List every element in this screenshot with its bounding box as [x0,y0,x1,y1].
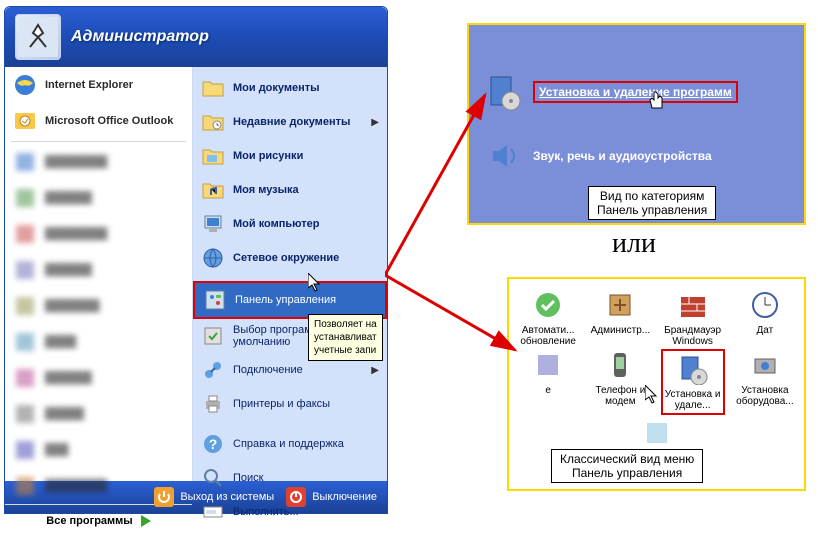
sm-item-my-computer[interactable]: Мой компьютер [193,207,387,241]
cpanel-icon [203,288,227,312]
network-icon [201,246,225,270]
start-menu-header: Администратор [5,7,387,67]
category-caption: Вид по категориям Панель управления [588,186,716,220]
start-menu-title: Администратор [71,28,209,46]
or-label: или [612,228,656,260]
avatar [15,14,61,60]
sm-item-my-pictures[interactable]: Мои рисунки [193,139,387,173]
help-icon: ? [201,432,225,456]
start-menu-left-column: Internet Explorer Microsoft Office Outlo… [5,67,193,481]
computer-icon [201,212,225,236]
run-icon [201,500,225,524]
date-icon [749,289,781,321]
start-menu-right-column: Мои документыНедавние документы▶Мои рису… [193,67,387,481]
start-menu: Администратор Internet Explorer Microsof… [4,6,388,514]
connection-icon [201,358,225,382]
sm-item-run[interactable]: Выполнить... [193,495,387,529]
box-cd-icon [485,73,523,111]
folder-music-icon [201,178,225,202]
sm-item-control-panel[interactable]: Панель управления [195,283,385,317]
e-icon [532,349,564,381]
chevron-right-icon: ▶ [371,365,379,376]
us-icon [641,417,673,449]
classic-item-firewall[interactable]: БрандмауэрWindows [661,289,725,347]
category-add-remove[interactable]: Установка и удаление программ [469,65,804,119]
hardware-icon [749,349,781,381]
sm-item-my-documents[interactable]: Мои документы [193,71,387,105]
printer-icon [201,392,225,416]
sm-item-recent-docs[interactable]: Недавние документы▶ [193,105,387,139]
classic-item-e[interactable]: е [516,349,580,415]
classic-item-phone[interactable]: Телефон имодем [588,349,652,415]
chevron-right-icon: ▶ [371,117,379,128]
classic-item-admin[interactable]: Администр... [588,289,652,347]
firewall-icon [677,289,709,321]
phone-icon [604,349,636,381]
sm-item-search[interactable]: Поиск [193,461,387,495]
classic-item-hardware[interactable]: Установкаоборудова... [733,349,797,415]
default-prog-icon [201,324,225,348]
speaker-icon [485,137,523,175]
all-programs-item[interactable]: Все программы [5,504,192,537]
folder-pics-icon [201,144,225,168]
folder-recent-icon [201,110,225,134]
add-remove2-icon [677,353,709,385]
sm-item-help[interactable]: ?Справка и поддержка [193,427,387,461]
classic-item-date[interactable]: Дат [733,289,797,347]
auto-update-icon [532,289,564,321]
svg-text:?: ? [209,436,218,452]
admin-icon [604,289,636,321]
folder-docs-icon [201,76,225,100]
sm-item-network[interactable]: Сетевое окружение [193,241,387,275]
classic-caption: Классический вид меню Панель управления [551,449,703,483]
tooltip: Позволяет на устанавливат учетные запи [308,314,383,361]
category-sound[interactable]: Звук, речь и аудиоустройства [469,129,804,183]
classic-item-add-remove2[interactable]: Установка иудале... [661,349,725,415]
sm-item-printers[interactable]: Принтеры и факсы [193,387,387,421]
classic-item-auto-update[interactable]: Автомати...обновление [516,289,580,347]
search-icon [201,466,225,490]
ie-icon [13,73,37,97]
sm-item-my-music[interactable]: Моя музыка [193,173,387,207]
outlook-item[interactable]: Microsoft Office Outlook [5,103,192,139]
ie-item[interactable]: Internet Explorer [5,67,192,103]
arrow-right-icon [141,515,151,527]
outlook-icon [13,109,37,133]
